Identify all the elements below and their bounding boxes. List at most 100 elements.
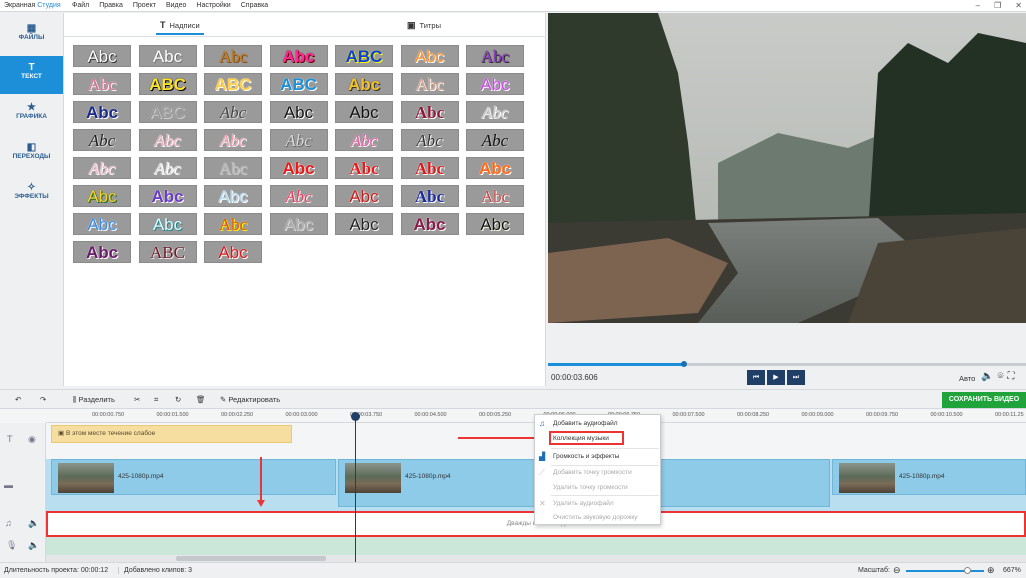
- text-style-tile[interactable]: Abc: [138, 185, 197, 207]
- text-style-tile[interactable]: ABC: [138, 101, 197, 123]
- menu-item-add-volume-point[interactable]: ⟋ Добавить точку громкости: [535, 465, 660, 480]
- text-style-tile[interactable]: Abc: [335, 157, 393, 179]
- voice-volume-icon[interactable]: 🔈: [28, 540, 39, 551]
- close-icon[interactable]: ✕: [1015, 1, 1022, 10]
- text-style-tile[interactable]: Abc: [269, 101, 328, 123]
- text-style-tile[interactable]: Abc: [204, 101, 262, 123]
- text-style-tile[interactable]: Abc: [73, 45, 131, 67]
- text-style-tile[interactable]: ABC: [138, 73, 197, 95]
- menu-help[interactable]: Справка: [241, 2, 268, 9]
- volume-icon[interactable]: 🔈: [981, 371, 993, 382]
- menu-video[interactable]: Видео: [166, 2, 186, 9]
- sidebar-item-text[interactable]: T ТЕКСТ: [0, 56, 63, 94]
- tab-inscriptions[interactable]: T Надписи: [156, 13, 204, 37]
- text-style-tile[interactable]: Abc: [73, 157, 131, 179]
- text-style-tile[interactable]: Abc: [269, 213, 328, 235]
- text-style-tile[interactable]: Abc: [204, 213, 262, 235]
- text-style-tile[interactable]: Abc: [269, 157, 328, 179]
- text-style-tile[interactable]: ABC: [335, 45, 393, 67]
- text-style-tile[interactable]: ABC: [204, 73, 262, 95]
- text-style-tile[interactable]: Abc: [466, 73, 524, 95]
- video-preview[interactable]: [548, 13, 1026, 323]
- edit-button[interactable]: ✎ Редактировать: [220, 393, 280, 407]
- video-clip[interactable]: 425-1080p.mp4: [832, 459, 1026, 495]
- auto-quality-label[interactable]: Авто: [959, 374, 975, 383]
- zoom-out-icon[interactable]: ⊖: [893, 565, 901, 576]
- play-icon[interactable]: ▶: [767, 370, 785, 385]
- text-style-tile[interactable]: Abc: [73, 101, 131, 123]
- text-style-tile[interactable]: Abc: [138, 45, 197, 67]
- menu-settings[interactable]: Настройки: [196, 2, 230, 9]
- text-style-tile[interactable]: Abc: [400, 45, 459, 67]
- text-style-tile[interactable]: Abc: [335, 185, 393, 207]
- minimize-icon[interactable]: –: [976, 1, 980, 10]
- maximize-icon[interactable]: ❐: [994, 1, 1001, 10]
- tab-titles[interactable]: ▣ Титры: [407, 13, 441, 37]
- fullscreen-icon[interactable]: ⛶: [1007, 371, 1014, 382]
- text-style-tile[interactable]: Abc: [466, 45, 524, 67]
- text-style-tile[interactable]: Abc: [204, 185, 262, 207]
- preview-progress-knob[interactable]: [681, 361, 688, 367]
- menu-item-add-audio[interactable]: ♫ Добавить аудиофайл: [535, 416, 660, 431]
- redo-icon[interactable]: ↷: [40, 393, 46, 407]
- text-style-tile[interactable]: Abc: [400, 157, 459, 179]
- text-style-tile[interactable]: Abc: [138, 129, 197, 151]
- split-button[interactable]: ⫼ Разделить: [73, 393, 115, 407]
- timeline-scrollbar[interactable]: [46, 555, 1026, 562]
- text-style-tile[interactable]: Abc: [269, 185, 328, 207]
- text-style-tile[interactable]: Abc: [138, 157, 197, 179]
- crop-icon[interactable]: ⌗: [154, 393, 158, 407]
- text-style-tile[interactable]: Abc: [73, 213, 131, 235]
- text-style-tile[interactable]: Abc: [466, 129, 524, 151]
- text-style-tile[interactable]: Abc: [400, 185, 459, 207]
- camera-icon[interactable]: ⌾: [997, 371, 1003, 382]
- timeline-scrollbar-thumb[interactable]: [176, 556, 326, 561]
- delete-icon[interactable]: 🗑: [196, 393, 206, 407]
- scissors-icon[interactable]: ✂: [134, 393, 140, 407]
- zoom-slider[interactable]: [906, 570, 984, 572]
- audio-volume-icon[interactable]: 🔈: [28, 518, 39, 529]
- text-style-tile[interactable]: Abc: [335, 129, 393, 151]
- text-style-tile[interactable]: Abc: [466, 185, 524, 207]
- text-style-tile[interactable]: Abc: [204, 45, 262, 67]
- text-style-tile[interactable]: Abc: [335, 73, 393, 95]
- menu-edit[interactable]: Правка: [99, 2, 123, 9]
- text-style-tile[interactable]: Abc: [466, 213, 524, 235]
- preview-progress-bar[interactable]: [548, 361, 1026, 367]
- text-style-tile[interactable]: Abc: [73, 241, 131, 263]
- skip-back-icon[interactable]: ⏮: [747, 370, 765, 385]
- menu-item-clear-soundtrack[interactable]: Очистить звуковую дорожку: [535, 510, 660, 525]
- text-style-tile[interactable]: Abc: [400, 73, 459, 95]
- text-style-tile[interactable]: Abc: [73, 73, 131, 95]
- undo-icon[interactable]: ↶: [15, 393, 21, 407]
- rotate-icon[interactable]: ↻: [175, 393, 181, 407]
- save-video-button[interactable]: СОХРАНИТЬ ВИДЕО: [942, 392, 1026, 408]
- sidebar-item-graphics[interactable]: ★ ГРАФИКА: [0, 96, 63, 134]
- text-style-tile[interactable]: Abc: [400, 101, 459, 123]
- menu-project[interactable]: Проект: [133, 2, 156, 9]
- text-style-tile[interactable]: ABC: [138, 241, 197, 263]
- text-style-tile[interactable]: ABC: [269, 73, 328, 95]
- menu-item-volume-effects[interactable]: ▟ Громкость и эффекты: [535, 449, 660, 464]
- text-style-tile[interactable]: Abc: [73, 129, 131, 151]
- menu-item-remove-volume-point[interactable]: Удалить точку громкости: [535, 480, 660, 495]
- text-style-tile[interactable]: Abc: [335, 101, 393, 123]
- sidebar-item-transitions[interactable]: ◧ ПЕРЕХОДЫ: [0, 136, 63, 174]
- playhead-handle[interactable]: [351, 412, 360, 421]
- text-style-tile[interactable]: Abc: [400, 129, 459, 151]
- menu-item-delete-audio[interactable]: ✕ Удалить аудиофайл: [535, 496, 660, 511]
- voice-track[interactable]: [46, 537, 1026, 555]
- text-style-tile[interactable]: Abc: [400, 213, 459, 235]
- text-style-tile[interactable]: Abc: [466, 101, 524, 123]
- text-style-tile[interactable]: Abc: [335, 213, 393, 235]
- menu-file[interactable]: Файл: [72, 2, 89, 9]
- skip-forward-icon[interactable]: ⏭: [787, 370, 805, 385]
- text-style-tile[interactable]: Abc: [73, 185, 131, 207]
- text-style-tile[interactable]: Abc: [204, 157, 262, 179]
- text-style-tile[interactable]: Abc: [138, 213, 197, 235]
- text-style-tile[interactable]: Abc: [269, 129, 328, 151]
- sidebar-item-files[interactable]: ▦ ФАЙЛЫ: [0, 17, 63, 55]
- zoom-in-icon[interactable]: ⊕: [987, 565, 995, 576]
- eye-icon[interactable]: ◉: [28, 434, 36, 445]
- video-clip[interactable]: 425-1080p.mp4: [51, 459, 336, 495]
